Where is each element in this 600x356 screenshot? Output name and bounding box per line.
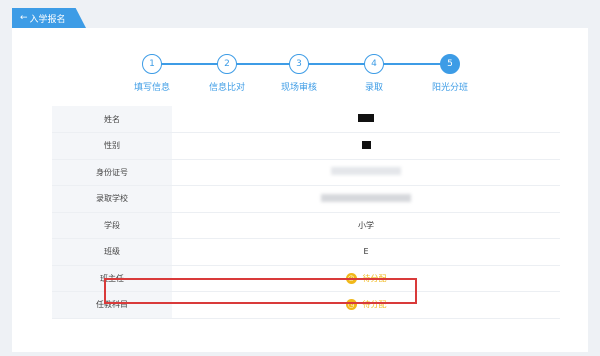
step-2: 2 信息比对 (192, 54, 262, 93)
table-row: 学段 小学 (52, 212, 560, 239)
pending-status: ◷ 待分配 (345, 272, 387, 284)
clock-icon: ◷ (345, 299, 357, 311)
stage-value: 小学 (172, 212, 560, 239)
redacted-gender (361, 140, 371, 149)
back-tab[interactable]: ← 入学报名 (12, 8, 86, 28)
table-row: 性别 (52, 132, 560, 160)
gender-label: 性别 (52, 132, 172, 160)
step-1: 1 填写信息 (117, 54, 187, 93)
step-3-label: 现场审核 (280, 83, 317, 93)
subjects-label: 任教科目 (52, 291, 172, 319)
table-row: 姓名 (52, 106, 560, 133)
table-row: 录取学校 (52, 185, 560, 213)
step-3: 3 现场审核 (264, 54, 334, 93)
step-4-label: 录取 (364, 83, 383, 93)
step-2-circle: 2 (217, 54, 237, 74)
head-teacher-label: 班主任 (52, 265, 172, 292)
pending-text: 待分配 (362, 273, 387, 283)
redacted-school (321, 193, 411, 202)
step-5-circle: 5 (440, 54, 460, 74)
step-1-circle: 1 (142, 54, 162, 74)
subjects-value: ◷ 待分配 (172, 291, 560, 319)
name-label: 姓名 (52, 106, 172, 133)
step-1-label: 填写信息 (133, 83, 170, 93)
id-number-value (172, 159, 560, 186)
stage-label: 学段 (52, 212, 172, 239)
step-5-label: 阳光分班 (431, 83, 468, 93)
id-number-label: 身份证号 (52, 159, 172, 186)
class-value: E (172, 238, 560, 266)
pending-status: ◷ 待分配 (345, 299, 387, 311)
table-row: 班主任 ◷ 待分配 (52, 265, 560, 292)
step-4: 4 录取 (339, 54, 409, 93)
redacted-name (358, 114, 374, 122)
student-info-table: 姓名 性别 身份证号 录取学校 学段 小学 班级 E 班主任 ◷ 待分配 任教科… (52, 106, 560, 319)
head-teacher-value: ◷ 待分配 (172, 265, 560, 292)
redacted-id-number (331, 167, 401, 176)
step-4-circle: 4 (364, 54, 384, 74)
table-row: 班级 E (52, 238, 560, 266)
school-label: 录取学校 (52, 185, 172, 213)
step-3-circle: 3 (289, 54, 309, 74)
back-tab-label: 入学报名 (29, 14, 66, 25)
pending-text: 待分配 (362, 300, 387, 310)
step-5: 5 阳光分班 (415, 54, 485, 93)
main-panel: 1 填写信息 2 信息比对 3 现场审核 4 录取 5 阳光分班 姓名 性别 身… (12, 28, 588, 352)
table-row: 身份证号 (52, 159, 560, 186)
step-2-label: 信息比对 (208, 83, 245, 93)
arrow-left-icon: ← (20, 13, 28, 23)
clock-icon: ◷ (345, 272, 357, 284)
table-row: 任教科目 ◷ 待分配 (52, 291, 560, 319)
school-value (172, 185, 560, 213)
progress-stepper: 1 填写信息 2 信息比对 3 现场审核 4 录取 5 阳光分班 (12, 28, 588, 100)
class-label: 班级 (52, 238, 172, 266)
gender-value (172, 132, 560, 160)
name-value (172, 106, 560, 133)
